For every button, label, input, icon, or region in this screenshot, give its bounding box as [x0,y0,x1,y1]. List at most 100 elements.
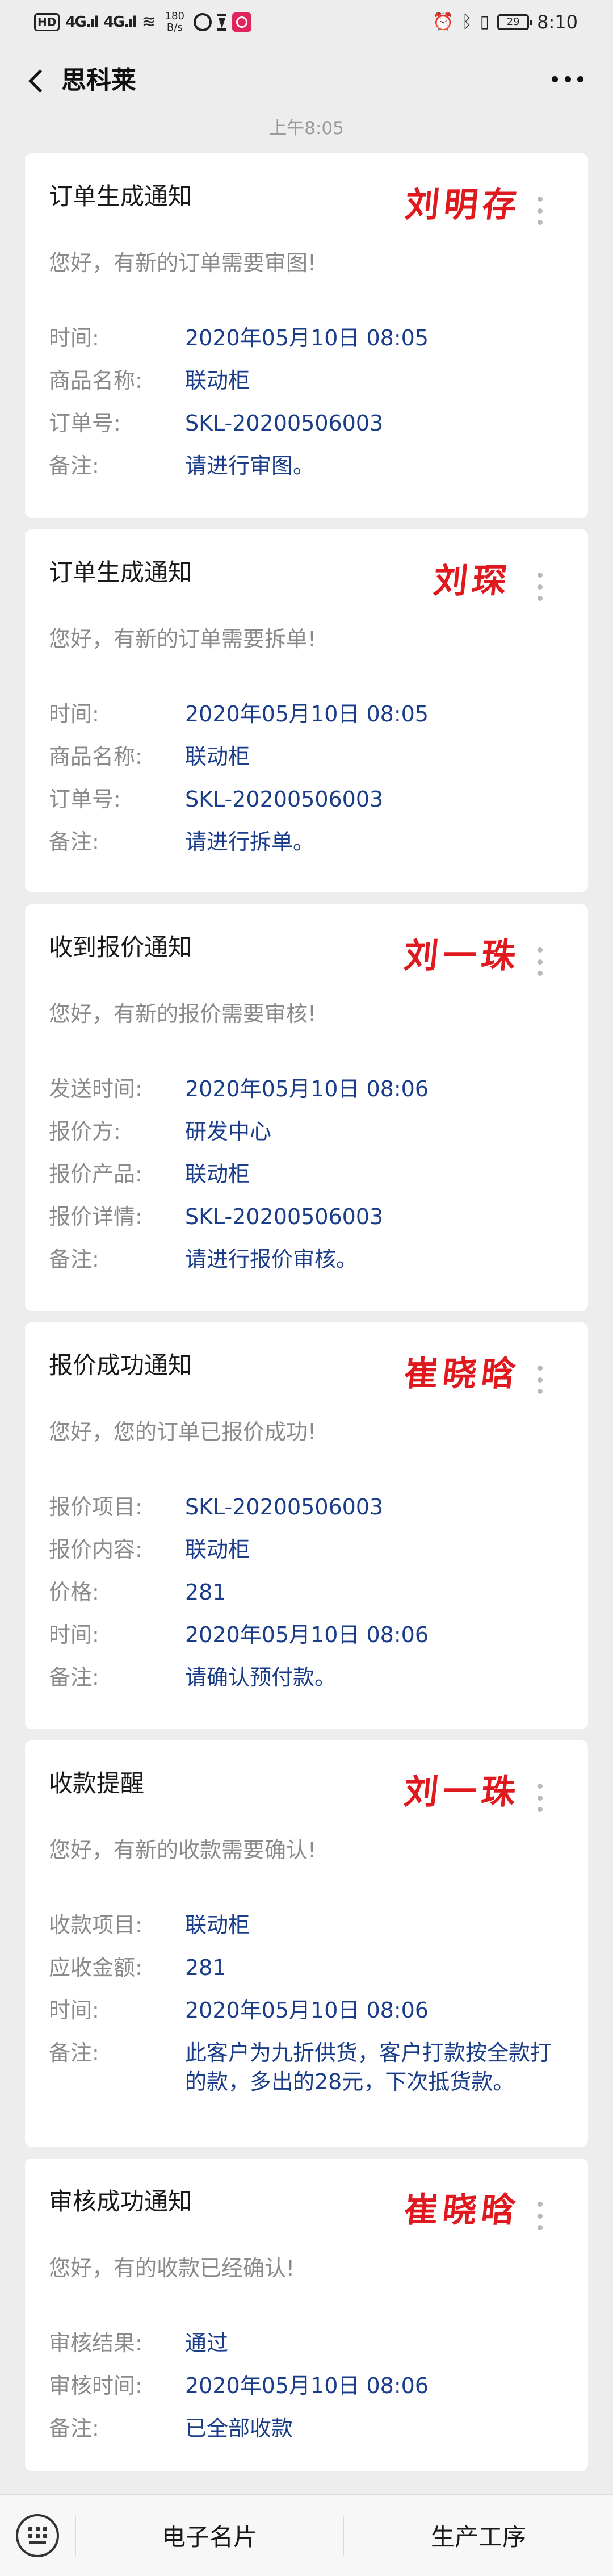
nav-bar: 思科莱 [0,44,613,117]
app-notification-icon [193,13,212,31]
status-left-icons: HD 4G.ıl 4G.ıl ≋ 180 B/s [34,10,251,34]
card-more-icon[interactable] [537,573,543,601]
signal-icon-1: 4G.ıl [65,14,99,31]
notification-card[interactable]: 收款提醒 刘一珠 您好，有新的收款需要确认! 收款项目: 联动柜 应收金额: 2… [25,1740,588,2147]
field-value: 2020年05月10日 08:06 [185,1622,429,1647]
field-row: 报价内容: 联动柜 [49,1535,571,1564]
bottom-menu-bar: 电子名片 生产工序 [0,2494,613,2576]
notification-card[interactable]: 订单生成通知 刘明存 您好，有新的订单需要审图! 时间: 2020年05月10日… [25,153,588,518]
notification-card[interactable]: 报价成功通知 崔晓晗 您好，您的订单已报价成功! 报价项目: SKL-20200… [25,1322,588,1729]
field-label: 备注: [49,829,99,854]
field-row: 时间: 2020年05月10日 08:05 [49,700,571,729]
field-value: SKL-20200506003 [185,1494,384,1519]
field-label: 报价详情: [49,1204,142,1229]
chat-title: 思科莱 [61,66,136,95]
handwritten-signature: 刘明存 [403,185,523,225]
card-more-icon[interactable] [537,1784,543,1812]
card-more-icon[interactable] [537,2202,543,2230]
field-label: 备注: [49,1247,99,1272]
handwritten-signature: 刘琛 [431,561,513,601]
field-row: 备注: 请进行报价审核。 [49,1245,571,1274]
field-label: 备注: [49,1665,99,1690]
field-label: 时间: [49,702,99,727]
card-more-icon[interactable] [537,1366,543,1394]
field-value: 通过 [185,2331,229,2356]
handwritten-signature: 崔晓晗 [402,2190,522,2230]
field-label: 发送时间: [49,1076,142,1101]
alarm-icon: ⏰ [433,12,454,32]
field-label: 时间: [49,325,99,350]
card-more-icon[interactable] [537,947,543,976]
notification-card[interactable]: 收到报价通知 刘一珠 您好，有新的报价需要审核! 发送时间: 2020年05月1… [25,904,588,1311]
card-intro: 您好，有新的报价需要审核! [49,1001,317,1026]
card-fields: 审核结果: 通过 审核时间: 2020年05月10日 08:06 备注: 已全部… [49,2329,571,2457]
field-value: 联动柜 [185,1913,250,1938]
back-arrow-icon[interactable] [25,69,48,92]
signal-icon-2: 4G.ıl [103,14,137,31]
hd-voice-icon: HD [34,13,60,31]
field-row: 时间: 2020年05月10日 08:05 [49,324,571,353]
card-intro: 您好，有的收款已经确认! [49,2256,295,2281]
field-label: 时间: [49,1998,99,2023]
hourglass-icon [217,14,226,31]
field-value: 281 [185,1580,226,1605]
field-label: 备注: [49,453,99,478]
menu-item-production-process[interactable]: 生产工序 [344,2495,613,2576]
field-label: 报价内容: [49,1537,142,1562]
card-title: 审核成功通知 [49,2187,192,2215]
field-label: 审核时间: [49,2373,142,2398]
field-value: 联动柜 [185,1162,250,1187]
handwritten-signature: 刘一珠 [402,1772,522,1812]
field-row: 商品名称: 联动柜 [49,742,571,771]
field-value: 联动柜 [185,1537,250,1562]
more-options-icon[interactable] [552,76,583,84]
keyboard-toggle-button[interactable] [0,2495,75,2576]
bluetooth-icon: ᛒ [461,12,472,32]
card-title: 订单生成通知 [49,558,192,586]
card-intro: 您好，您的订单已报价成功! [49,1419,317,1444]
field-row: 商品名称: 联动柜 [49,366,571,395]
card-title: 收到报价通知 [49,933,192,961]
card-fields: 报价项目: SKL-20200506003 报价内容: 联动柜 价格: 281 … [49,1493,571,1706]
field-row: 审核结果: 通过 [49,2329,571,2358]
field-row: 报价详情: SKL-20200506003 [49,1203,571,1231]
field-label: 应收金额: [49,1955,142,1980]
network-speed-unit: B/s [166,22,183,34]
field-value: 2020年05月10日 08:06 [185,1998,429,2023]
notification-card[interactable]: 订单生成通知 刘琛 您好，有新的订单需要拆单! 时间: 2020年05月10日 … [25,529,588,892]
card-intro: 您好，有新的订单需要拆单! [49,627,317,652]
card-intro: 您好，有新的订单需要审图! [49,250,317,275]
field-row: 报价产品: 联动柜 [49,1160,571,1189]
field-row: 备注: 请进行审图。 [49,452,571,481]
field-row: 报价项目: SKL-20200506003 [49,1493,571,1522]
field-label: 备注: [49,2416,99,2441]
field-label: 时间: [49,1622,99,1647]
field-value: 2020年05月10日 08:05 [185,702,429,727]
notification-card[interactable]: 审核成功通知 崔晓晗 您好，有的收款已经确认! 审核结果: 通过 审核时间: 2… [25,2159,588,2471]
card-more-icon[interactable] [537,197,543,225]
field-value: 请进行审图。 [185,453,315,478]
field-row: 备注: 请确认预付款。 [49,1663,571,1692]
field-row: 订单号: SKL-20200506003 [49,785,571,814]
field-row: 备注: 已全部收款 [49,2414,571,2443]
wifi-icon: ≋ [141,12,156,32]
field-value: 请进行报价审核。 [185,1247,358,1272]
card-title: 订单生成通知 [49,182,192,210]
field-value: 请进行拆单。 [185,829,315,854]
field-value: 请确认预付款。 [185,1665,337,1690]
field-value: SKL-20200506003 [185,411,384,436]
menu-item-business-card[interactable]: 电子名片 [76,2495,343,2576]
field-row: 订单号: SKL-20200506003 [49,409,571,438]
field-value: 2020年05月10日 08:06 [185,2373,429,2398]
field-label: 价格: [49,1580,99,1605]
network-speed: 180 B/s [162,11,188,34]
field-row: 价格: 281 [49,1578,571,1607]
handwritten-signature: 崔晓晗 [402,1354,522,1394]
status-time: 8:10 [537,11,578,33]
vibrate-icon: ▯ [480,12,490,32]
card-title: 收款提醒 [49,1769,145,1797]
status-right-icons: ⏰ ᛒ ▯ 29 8:10 [433,10,578,34]
card-fields: 收款项目: 联动柜 应收金额: 281 时间: 2020年05月10日 08:0… [49,1911,571,2110]
field-row: 备注: 此客户为九折供货，客户打款按全款打的款，多出的28元，下次抵货款。 [49,2039,571,2097]
battery-icon: 29 [497,14,532,30]
